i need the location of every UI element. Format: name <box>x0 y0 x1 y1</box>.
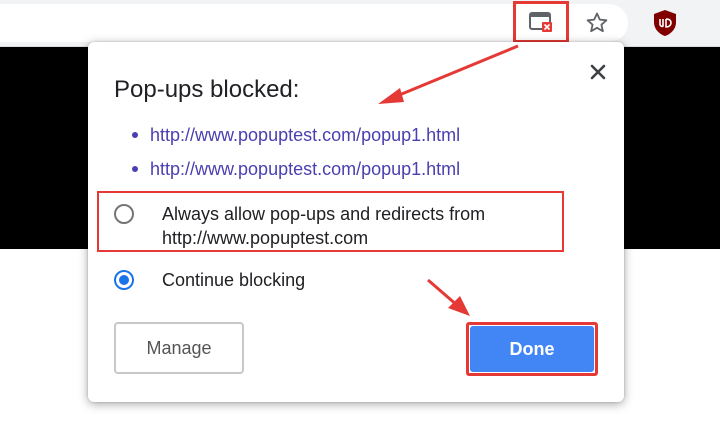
blocked-popup-link[interactable]: http://www.popuptest.com/popup1.html <box>132 158 460 192</box>
blocked-popup-list: http://www.popuptest.com/popup1.html htt… <box>132 124 460 192</box>
close-icon <box>590 64 606 80</box>
radio-button-unchecked[interactable] <box>114 204 134 224</box>
bookmark-star-button[interactable] <box>574 4 620 42</box>
blocked-popup-link[interactable]: http://www.popuptest.com/popup1.html <box>132 124 460 158</box>
annotation-arrow-to-done <box>427 278 470 316</box>
ublock-extension-button[interactable] <box>642 4 688 42</box>
annotation-arrow-to-icon <box>378 44 519 104</box>
radio-option-continue-blocking[interactable]: Continue blocking <box>114 268 562 292</box>
dialog-title: Pop-ups blocked: <box>114 76 300 103</box>
radio-option-always-allow[interactable]: Always allow pop-ups and redirects from … <box>114 202 562 250</box>
radio-button-checked[interactable] <box>114 270 134 290</box>
bullet <box>132 166 138 172</box>
popup-blocked-icon <box>529 12 552 32</box>
popup-blocked-button[interactable] <box>513 1 569 43</box>
done-button[interactable]: Done <box>470 326 594 372</box>
star-icon <box>586 12 608 33</box>
browser-toolbar <box>0 0 720 47</box>
bullet <box>132 132 138 138</box>
manage-button[interactable]: Manage <box>114 322 244 374</box>
popups-blocked-dialog: Pop-ups blocked: http://www.popuptest.co… <box>88 42 624 402</box>
close-button[interactable] <box>582 56 614 88</box>
ublock-origin-icon <box>654 10 676 36</box>
